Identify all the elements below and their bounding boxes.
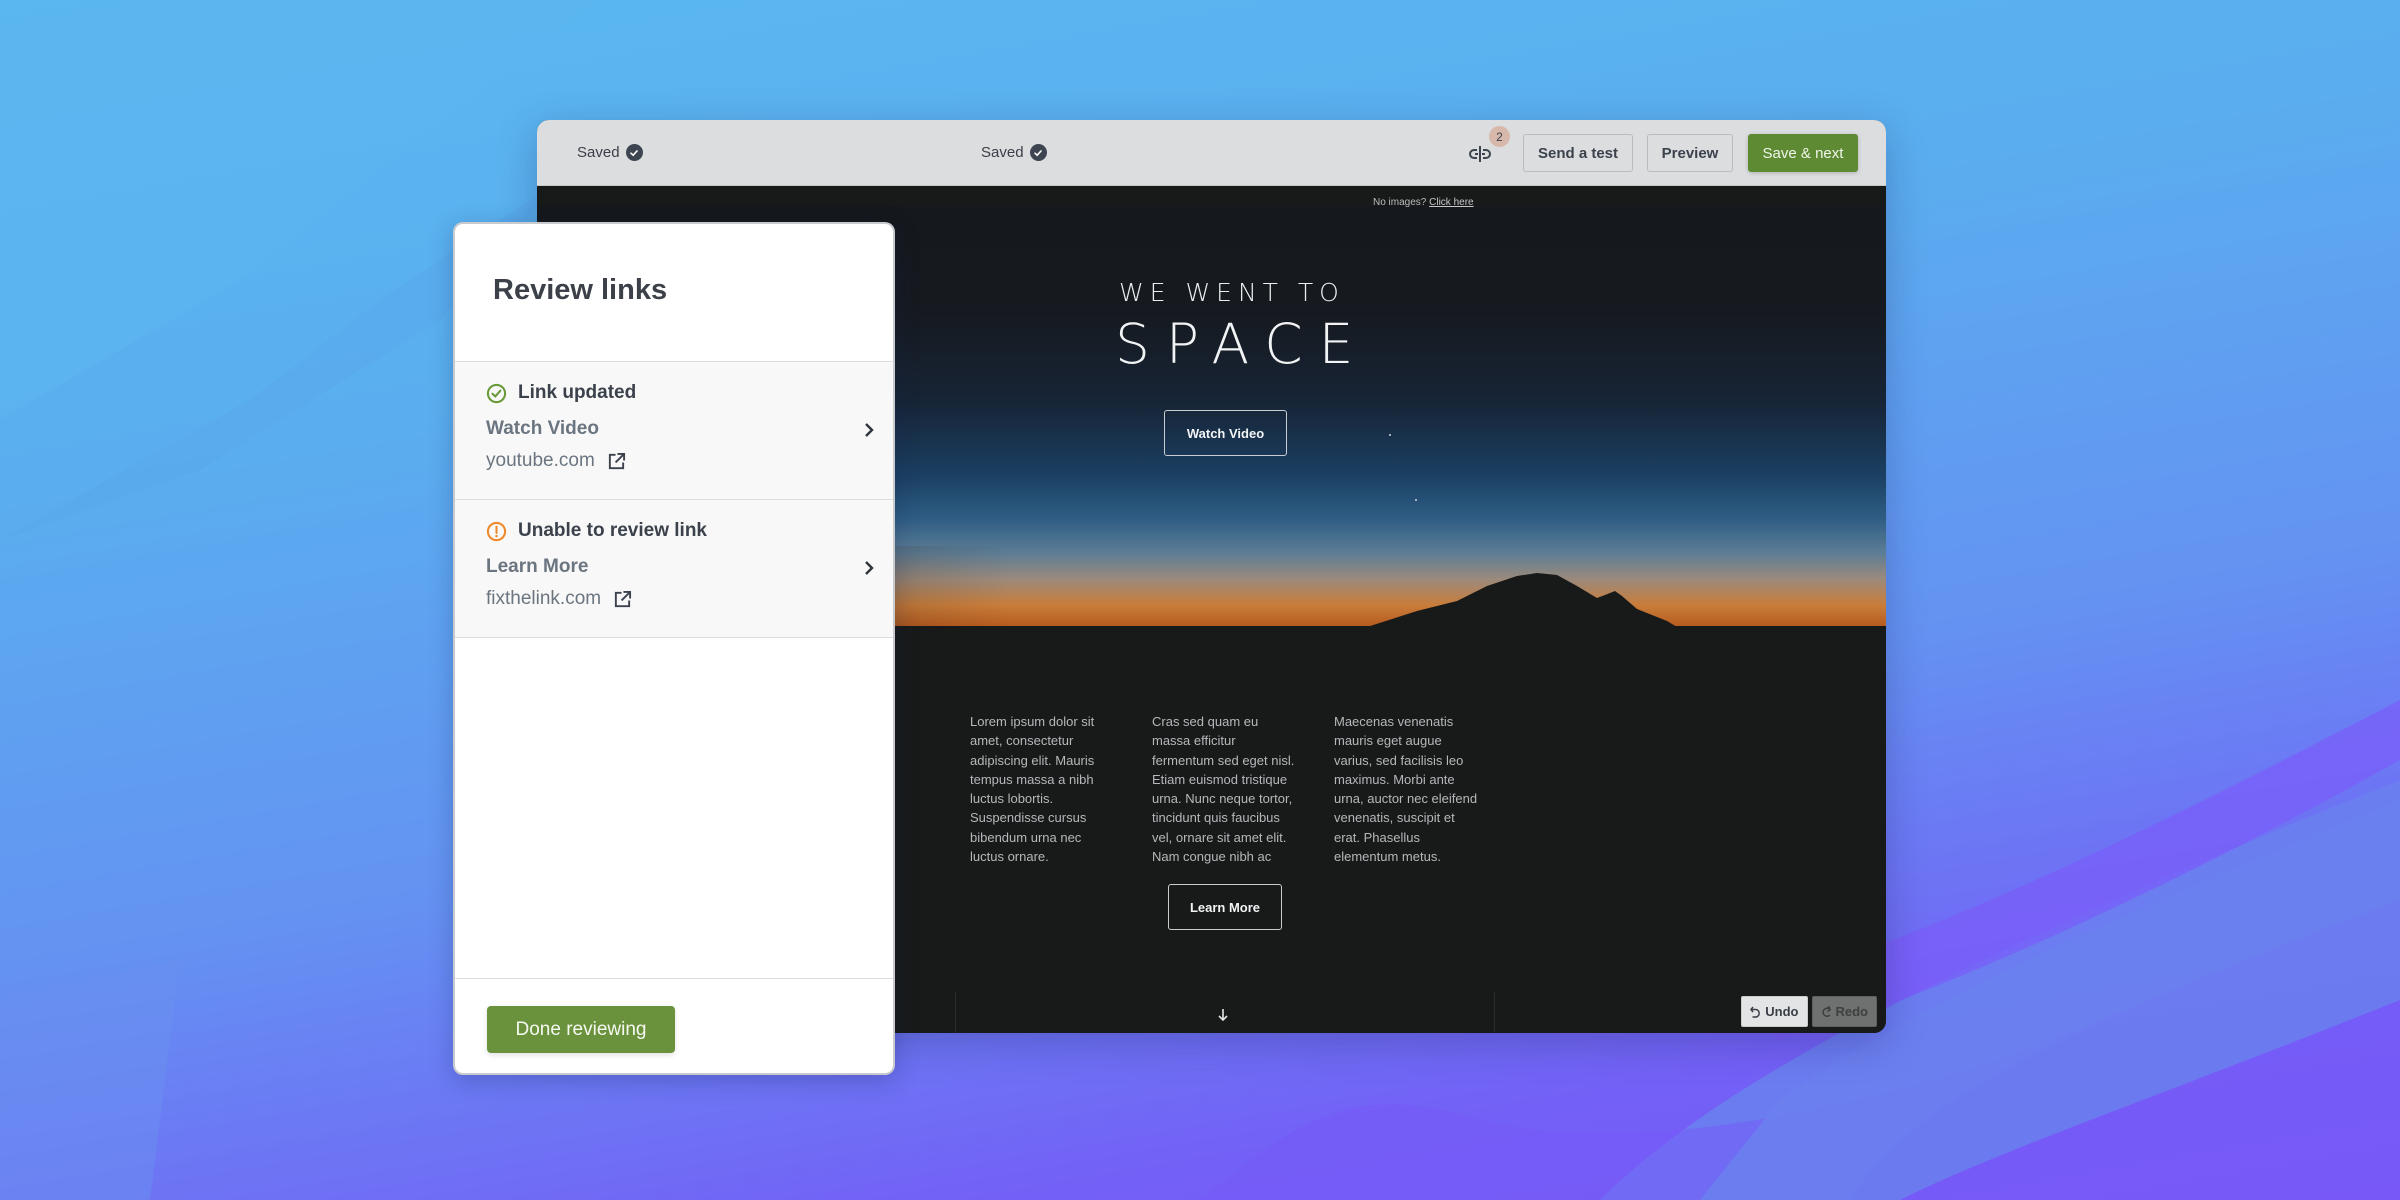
external-link-icon[interactable]	[607, 452, 626, 471]
preview-button[interactable]: Preview	[1647, 134, 1733, 172]
content-boundary-right	[1494, 992, 1495, 1032]
chevron-right-icon	[865, 423, 874, 437]
link-domain: fixthelink.com	[486, 588, 602, 609]
link-text: Watch Video	[486, 418, 599, 439]
saved-label: Saved	[577, 144, 620, 161]
no-images-notice: No images? Click here	[1373, 197, 1474, 208]
no-images-link[interactable]: Click here	[1429, 197, 1473, 208]
text-columns: Lorem ipsum dolor sit amet, consectetur …	[970, 712, 1479, 866]
saved-status-center: Saved	[981, 144, 1047, 161]
domain-row: fixthelink.com	[486, 588, 632, 610]
text-column: Lorem ipsum dolor sit amet, consectetur …	[970, 714, 1095, 865]
done-reviewing-button[interactable]: Done reviewing	[487, 1006, 675, 1053]
undo-icon	[1750, 1006, 1761, 1018]
status-label: Unable to review link	[518, 520, 707, 541]
save-and-next-button[interactable]: Save & next	[1748, 134, 1858, 172]
text-column: Cras sed quam eu massa efficitur ferment…	[1152, 714, 1295, 865]
review-links-panel: Review links Link updated Watch Video yo…	[453, 222, 895, 1075]
editor-toolbar: Saved Saved 2 Send a test Preview Save &…	[537, 120, 1886, 186]
link-domain: youtube.com	[486, 450, 595, 471]
star	[1389, 434, 1391, 436]
arrow-down-icon[interactable]	[1217, 1008, 1229, 1022]
watch-video-button[interactable]: Watch Video	[1164, 410, 1287, 456]
status-row: Unable to review link	[486, 520, 707, 542]
external-link-icon[interactable]	[613, 590, 632, 609]
link-review-badge: 2	[1489, 126, 1510, 147]
check-circle-icon	[1029, 144, 1047, 161]
redo-label: Redo	[1835, 1004, 1869, 1019]
link-review-button[interactable]	[1465, 142, 1495, 166]
link-review-item[interactable]: Unable to review link Learn More fixthel…	[455, 499, 893, 638]
undo-redo-group: Undo Redo	[1741, 996, 1877, 1027]
broken-link-icon	[1469, 146, 1491, 162]
learn-more-button[interactable]: Learn More	[1168, 884, 1282, 930]
no-images-text: No images?	[1373, 197, 1427, 208]
content-boundary-left	[955, 992, 956, 1032]
undo-button[interactable]: Undo	[1741, 996, 1808, 1027]
hero-title: SPACE	[1115, 312, 1370, 376]
link-review-item[interactable]: Link updated Watch Video youtube.com	[455, 361, 893, 500]
domain-row: youtube.com	[486, 450, 626, 472]
text-column: Maecenas venenatis mauris eget augue var…	[1334, 714, 1478, 865]
redo-button[interactable]: Redo	[1811, 996, 1877, 1027]
hero-subtitle: WE WENT TO	[1119, 278, 1345, 307]
redo-icon	[1821, 1005, 1831, 1017]
link-text: Learn More	[486, 556, 589, 577]
status-row: Link updated	[486, 382, 636, 404]
send-test-button[interactable]: Send a test	[1523, 134, 1633, 172]
saved-status-left: Saved	[577, 144, 643, 161]
check-circle-icon	[486, 383, 507, 403]
star	[1415, 499, 1417, 501]
warning-circle-icon	[486, 521, 507, 541]
chevron-right-icon	[865, 561, 874, 575]
panel-title: Review links	[493, 274, 668, 306]
panel-footer-divider	[455, 978, 893, 979]
saved-label: Saved	[981, 144, 1024, 161]
status-label: Link updated	[518, 382, 637, 403]
check-circle-icon	[625, 144, 643, 161]
undo-label: Undo	[1765, 1004, 1799, 1019]
